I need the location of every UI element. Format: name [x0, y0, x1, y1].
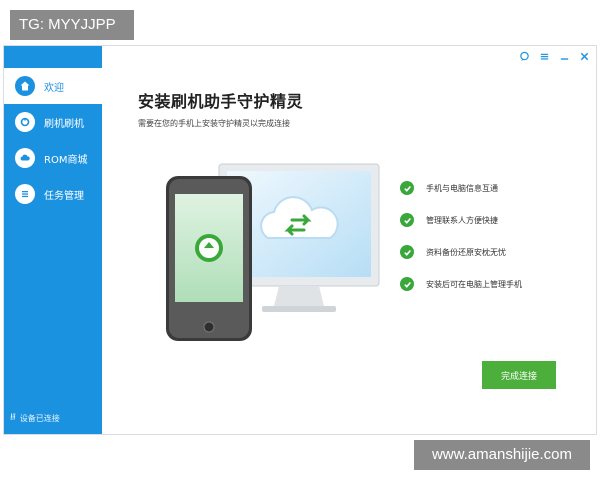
sidebar-item-label: 刷机刷机 — [44, 118, 84, 130]
flash-icon — [15, 112, 35, 132]
usb-icon: ⭿ — [10, 413, 16, 423]
sidebar-item-tasks[interactable]: 任务管理 — [4, 176, 102, 212]
sidebar-item-flash[interactable]: 刷机刷机 — [4, 104, 102, 140]
page-subtitle: 需要在您的手机上安装守护精灵以完成连接 — [138, 119, 290, 128]
checklist-label: 管理联系人方便快捷 — [426, 215, 498, 225]
list-icon — [15, 184, 35, 204]
checklist-label: 资料备份还原安枕无忧 — [426, 247, 506, 257]
check-icon — [400, 277, 414, 291]
feature-checklist: 手机与电脑信息互通 管理联系人方便快捷 资料备份还原安枕无忧 安装后可在电脑上管… — [400, 180, 522, 308]
home-icon — [15, 76, 35, 96]
watermark-top: TG: MYYJJPP — [10, 10, 134, 40]
checklist-label: 手机与电脑信息互通 — [426, 183, 498, 193]
check-icon — [400, 213, 414, 227]
menu-icon[interactable] — [538, 50, 550, 62]
minimize-icon[interactable] — [558, 50, 570, 62]
list-item: 安装后可在电脑上管理手机 — [400, 276, 522, 292]
app-window: 欢迎 刷机刷机 ROM商城 任务管理 ⭿ 设备已连接 安装刷机助手守护精灵 需要… — [3, 45, 597, 435]
cloud-icon — [15, 148, 35, 168]
list-item: 手机与电脑信息互通 — [400, 180, 522, 196]
check-icon — [400, 181, 414, 195]
sidebar-item-label: 欢迎 — [44, 82, 64, 94]
page-title: 安装刷机助手守护精灵 — [138, 92, 304, 111]
check-icon — [400, 245, 414, 259]
list-item: 管理联系人方便快捷 — [400, 212, 522, 228]
sidebar-item-label: ROM商城 — [44, 154, 88, 166]
sidebar-item-rom[interactable]: ROM商城 — [4, 140, 102, 176]
device-status: ⭿ 设备已连接 — [10, 410, 60, 426]
close-icon[interactable] — [578, 50, 590, 62]
sidebar-item-label: 任务管理 — [44, 190, 84, 202]
titlebar-controls — [518, 50, 590, 62]
watermark-bottom: www.amanshijie.com — [414, 440, 590, 470]
phone-monitor-illustration — [164, 156, 384, 366]
list-item: 资料备份还原安枕无忧 — [400, 244, 522, 260]
finish-connection-button[interactable]: 完成连接 — [482, 361, 556, 389]
device-status-label: 设备已连接 — [19, 413, 60, 423]
feedback-icon[interactable] — [518, 50, 530, 62]
sidebar-item-welcome[interactable]: 欢迎 — [4, 68, 102, 104]
sidebar: 欢迎 刷机刷机 ROM商城 任务管理 ⭿ 设备已连接 — [4, 46, 102, 434]
checklist-label: 安装后可在电脑上管理手机 — [426, 279, 522, 289]
phone-illustration — [166, 176, 252, 341]
